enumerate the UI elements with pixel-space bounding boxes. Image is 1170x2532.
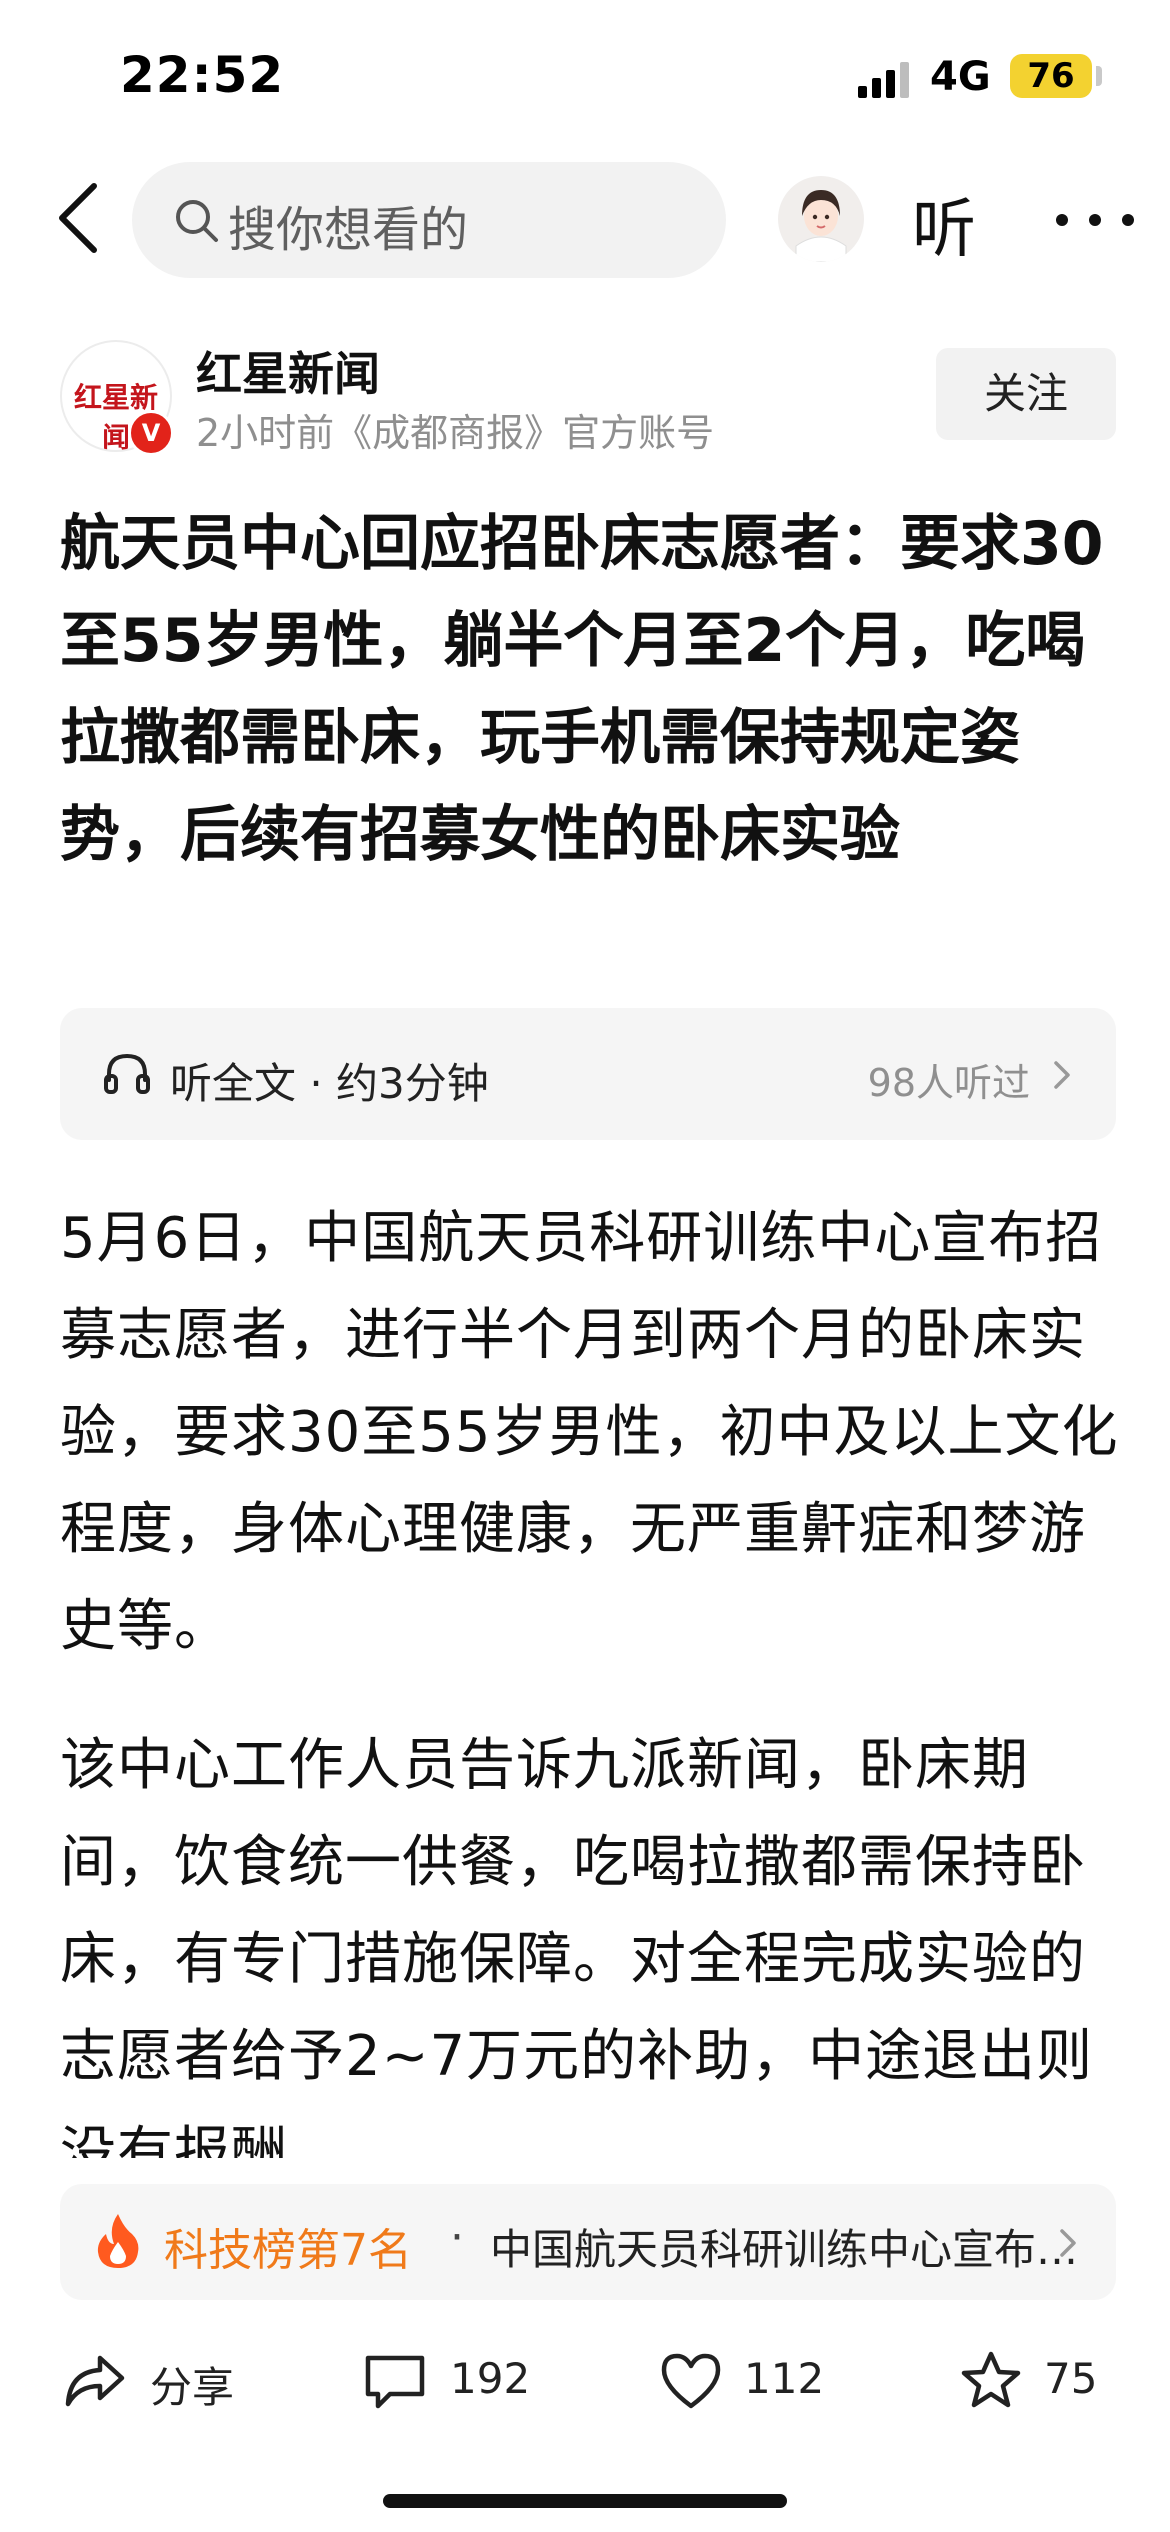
more-icon[interactable] — [1040, 190, 1150, 250]
listen-label: 听全文 · 约3分钟 — [170, 1059, 489, 1108]
article-title: 航天员中心回应招卧床志愿者：要求30至55岁男性，躺半个月至2个月，吃喝拉撒都需… — [60, 509, 1104, 870]
status-time: 22:52 — [120, 46, 285, 104]
home-indicator — [383, 2494, 787, 2508]
hot-rank-bar[interactable]: 科技榜第7名 · 中国航天员科研训练中心宣布招募卧床实验志愿者 — [60, 2184, 1116, 2300]
article-paragraph: 5月6日，中国航天员科研训练中心宣布招募志愿者，进行半个月到两个月的卧床实验，要… — [60, 1206, 1119, 1659]
battery-icon: 76 — [1010, 54, 1092, 98]
star-icon — [961, 2351, 1021, 2408]
search-input[interactable]: 搜你想看的 — [132, 162, 726, 278]
comment-icon — [365, 2355, 425, 2409]
rank-label: 科技榜第7名 — [164, 2225, 412, 2276]
like-count: 112 — [744, 2354, 825, 2403]
listen-button[interactable]: 听 — [912, 178, 976, 270]
status-bar: 22:52 4G 76 — [0, 0, 1170, 150]
chevron-right-icon — [1060, 2229, 1076, 2257]
like-button[interactable]: 112 — [658, 2338, 858, 2428]
avatar[interactable] — [778, 176, 864, 262]
search-placeholder: 搜你想看的 — [228, 202, 469, 258]
follow-button[interactable]: 关注 — [936, 348, 1116, 440]
chevron-right-icon — [1054, 1061, 1070, 1089]
author-meta: 2小时前《成都商报》官方账号 — [196, 411, 715, 455]
assistant-avatar-icon — [778, 176, 864, 262]
battery-tip — [1096, 66, 1102, 86]
share-button[interactable]: 分享 — [62, 2338, 262, 2428]
rank-separator: · — [450, 2212, 464, 2263]
listen-count: 98人听过 — [867, 1061, 1030, 1105]
verified-badge: V — [128, 410, 174, 456]
search-icon — [176, 200, 218, 242]
battery-level: 76 — [1027, 56, 1075, 96]
listen-full-text-bar[interactable]: 听全文 · 约3分钟 98人听过 — [60, 1008, 1116, 1140]
headphone-icon — [104, 1053, 150, 1094]
back-button[interactable] — [50, 178, 110, 258]
comment-button[interactable]: 192 — [362, 2338, 562, 2428]
favorite-button[interactable]: 75 — [958, 2338, 1118, 2428]
comment-count: 192 — [450, 2354, 531, 2403]
author-name[interactable]: 红星新闻 — [196, 338, 380, 404]
rank-topic: 中国航天员科研训练中心宣布招募卧床实验志愿者 — [490, 2225, 1080, 2274]
heart-icon — [661, 2353, 721, 2409]
article-body: 5月6日，中国航天员科研训练中心宣布招募志愿者，进行半个月到两个月的卧床实验，要… — [60, 1190, 1120, 2158]
share-label: 分享 — [150, 2363, 235, 2412]
flame-icon — [97, 2214, 139, 2268]
network-type: 4G — [930, 54, 991, 100]
article-paragraph: 该中心工作人员告诉九派新闻，卧床期间，饮食统一供餐，吃喝拉撒都需保持卧床，有专门… — [60, 1733, 1094, 2158]
share-icon — [65, 2355, 125, 2407]
favorite-count: 75 — [1044, 2354, 1098, 2403]
signal-icon — [858, 62, 909, 98]
